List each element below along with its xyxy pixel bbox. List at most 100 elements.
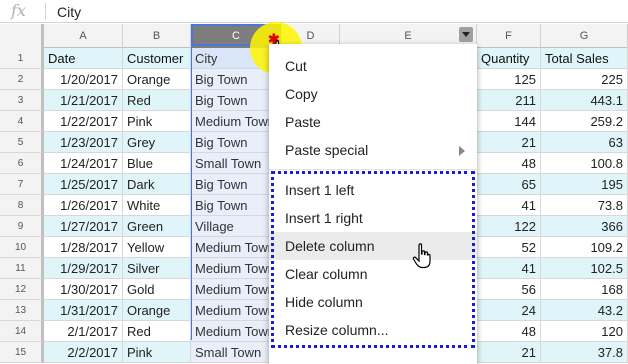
row-header[interactable]: 5 (0, 132, 44, 153)
table-cell[interactable]: 259.2 (541, 111, 628, 132)
row-header[interactable]: 8 (0, 195, 44, 216)
menu-item-resize-column[interactable]: Resize column... (269, 316, 477, 344)
table-cell[interactable]: 1/26/2017 (44, 195, 123, 216)
table-cell[interactable]: Medium Town (191, 300, 271, 321)
table-cell[interactable]: Small Town (191, 153, 271, 174)
table-cell[interactable]: 1/21/2017 (44, 90, 123, 111)
table-cell[interactable]: Big Town (191, 195, 271, 216)
table-cell[interactable]: 1/22/2017 (44, 111, 123, 132)
menu-item-hide-column[interactable]: Hide column (269, 288, 477, 316)
table-cell[interactable]: 109.2 (541, 237, 628, 258)
column-header-g[interactable]: G (541, 24, 628, 48)
column-header-b[interactable]: B (123, 24, 191, 48)
table-cell[interactable]: 122 (477, 216, 541, 237)
table-cell[interactable]: 102.5 (541, 258, 628, 279)
table-cell[interactable]: Pink (123, 342, 191, 363)
row-header[interactable]: 10 (0, 237, 44, 258)
row-header[interactable]: 1 (0, 48, 44, 69)
table-cell[interactable]: 41 (477, 258, 541, 279)
table-cell[interactable]: 2/2/2017 (44, 342, 123, 363)
table-cell[interactable]: Big Town (191, 174, 271, 195)
table-cell[interactable]: Medium Town (191, 111, 271, 132)
table-cell[interactable]: 1/23/2017 (44, 132, 123, 153)
table-cell[interactable]: Orange (123, 69, 191, 90)
table-cell[interactable]: Red (123, 90, 191, 111)
select-all-corner[interactable] (0, 24, 44, 48)
table-cell[interactable]: 1/20/2017 (44, 69, 123, 90)
table-cell[interactable]: Pink (123, 111, 191, 132)
table-cell[interactable]: 56 (477, 279, 541, 300)
table-cell[interactable]: Orange (123, 300, 191, 321)
table-cell[interactable]: Medium Town (191, 237, 271, 258)
table-cell[interactable]: 443.1 (541, 90, 628, 111)
row-header[interactable]: 3 (0, 90, 44, 111)
row-header[interactable]: 12 (0, 279, 44, 300)
table-cell[interactable]: Yellow (123, 237, 191, 258)
column-header-a[interactable]: A (44, 24, 123, 48)
table-cell[interactable]: 48 (477, 153, 541, 174)
menu-item-paste[interactable]: Paste (269, 108, 477, 136)
menu-item-delete-column[interactable]: Delete column (269, 232, 477, 260)
table-cell[interactable]: 1/27/2017 (44, 216, 123, 237)
table-cell[interactable]: 43.2 (541, 300, 628, 321)
table-cell[interactable]: 73.8 (541, 195, 628, 216)
row-header[interactable]: 4 (0, 111, 44, 132)
table-cell[interactable]: Silver (123, 258, 191, 279)
table-cell[interactable]: 1/30/2017 (44, 279, 123, 300)
table-cell[interactable]: 24 (477, 300, 541, 321)
table-cell[interactable]: Big Town (191, 69, 271, 90)
row-header[interactable]: 7 (0, 174, 44, 195)
table-cell[interactable]: Big Town (191, 132, 271, 153)
table-cell[interactable]: 144 (477, 111, 541, 132)
table-cell[interactable]: 52 (477, 237, 541, 258)
row-header[interactable]: 11 (0, 258, 44, 279)
table-cell[interactable]: White (123, 195, 191, 216)
row-header[interactable]: 6 (0, 153, 44, 174)
table-cell[interactable]: Village (191, 216, 271, 237)
table-cell[interactable]: 63 (541, 132, 628, 153)
table-cell[interactable]: 168 (541, 279, 628, 300)
table-cell[interactable]: Medium Town (191, 279, 271, 300)
table-cell[interactable]: 1/29/2017 (44, 258, 123, 279)
column-header-f[interactable]: F (477, 24, 541, 48)
table-cell[interactable]: 21 (477, 132, 541, 153)
header-cell[interactable]: Customer (123, 48, 191, 69)
menu-item-copy[interactable]: Copy (269, 80, 477, 108)
header-cell[interactable]: Quantity (477, 48, 541, 69)
table-cell[interactable]: 1/28/2017 (44, 237, 123, 258)
row-header[interactable]: 13 (0, 300, 44, 321)
header-cell[interactable]: Date (44, 48, 123, 69)
menu-item-insert-left[interactable]: Insert 1 left (269, 176, 477, 204)
menu-item-clear-column[interactable]: Clear column (269, 260, 477, 288)
table-cell[interactable]: 366 (541, 216, 628, 237)
table-cell[interactable]: Gold (123, 279, 191, 300)
formula-input[interactable]: City (57, 4, 81, 20)
header-cell[interactable]: Total Sales (541, 48, 628, 69)
table-cell[interactable]: Small Town (191, 342, 271, 363)
table-cell[interactable]: Grey (123, 132, 191, 153)
table-cell[interactable]: 125 (477, 69, 541, 90)
row-header[interactable]: 14 (0, 321, 44, 342)
menu-item-insert-right[interactable]: Insert 1 right (269, 204, 477, 232)
table-cell[interactable]: 41 (477, 195, 541, 216)
table-cell[interactable]: 1/25/2017 (44, 174, 123, 195)
table-cell[interactable]: 1/31/2017 (44, 300, 123, 321)
table-cell[interactable]: Medium Town (191, 321, 271, 342)
row-header[interactable]: 15 (0, 342, 44, 363)
table-cell[interactable]: Dark (123, 174, 191, 195)
table-cell[interactable]: Medium Town (191, 258, 271, 279)
table-cell[interactable]: 48 (477, 321, 541, 342)
menu-item-cut[interactable]: Cut (269, 52, 477, 80)
table-cell[interactable]: 21 (477, 342, 541, 363)
table-cell[interactable]: Big Town (191, 90, 271, 111)
table-cell[interactable]: Green (123, 216, 191, 237)
table-cell[interactable]: 195 (541, 174, 628, 195)
row-header[interactable]: 9 (0, 216, 44, 237)
table-cell[interactable]: 120 (541, 321, 628, 342)
table-cell[interactable]: 225 (541, 69, 628, 90)
row-header[interactable]: 2 (0, 69, 44, 90)
table-cell[interactable]: 1/24/2017 (44, 153, 123, 174)
table-cell[interactable]: Blue (123, 153, 191, 174)
table-cell[interactable]: Red (123, 321, 191, 342)
table-cell[interactable]: 211 (477, 90, 541, 111)
